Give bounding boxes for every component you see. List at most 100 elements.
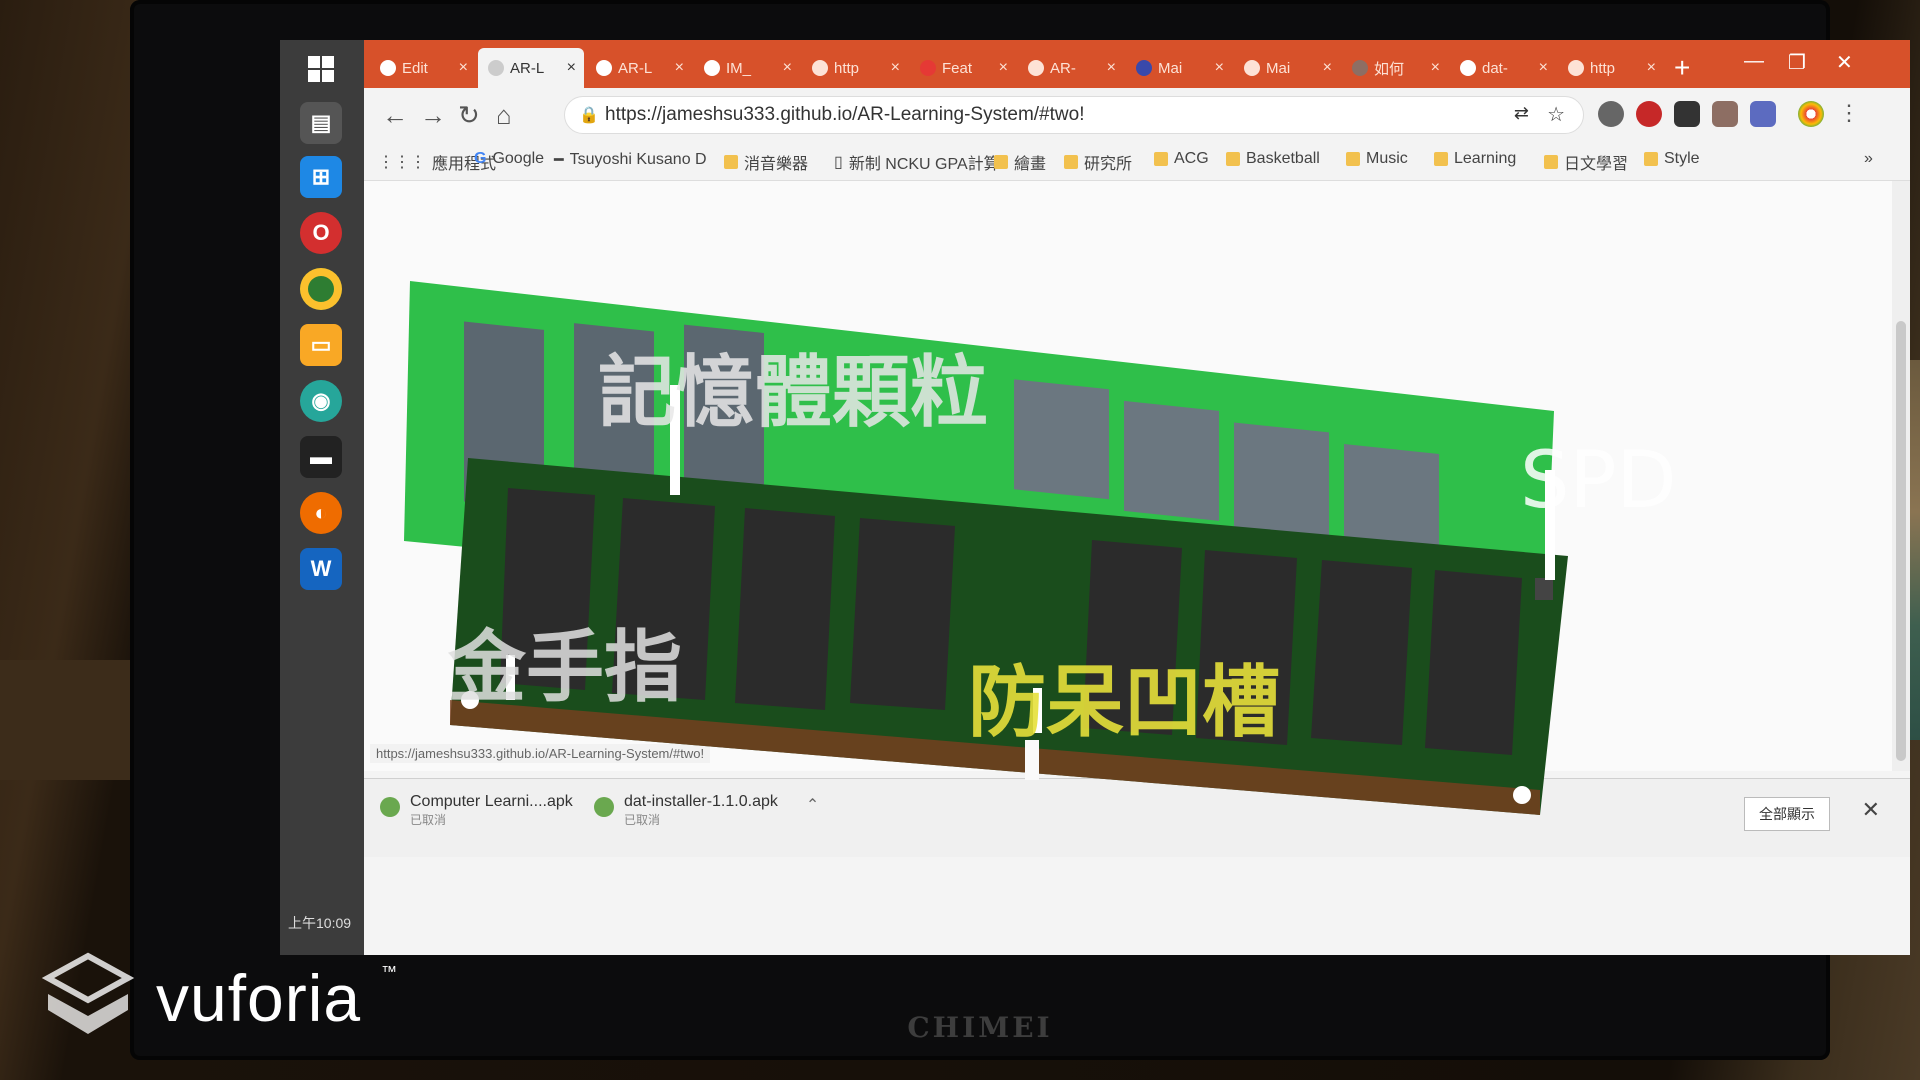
folder-icon <box>1434 152 1448 166</box>
chrome-icon[interactable] <box>300 268 342 310</box>
profile-avatar[interactable] <box>1798 101 1824 127</box>
bookmark-folder-learning[interactable]: Learning <box>1434 150 1516 168</box>
chevron-up-icon[interactable]: ⌃ <box>806 795 819 815</box>
apps-grid-icon: ⋮⋮⋮ <box>378 154 426 171</box>
tab-10[interactable]: dat- × <box>1450 48 1556 88</box>
store-icon[interactable]: ⊞ <box>300 156 342 198</box>
monitor-brand: CHIMEI <box>907 1011 1053 1044</box>
bookmark-folder-japanese[interactable]: 日文學習 <box>1544 150 1628 174</box>
close-icon[interactable]: × <box>999 59 1008 77</box>
tab-11[interactable]: http × <box>1558 48 1664 88</box>
adblock-icon[interactable] <box>1636 101 1662 127</box>
word-icon[interactable]: W <box>300 548 342 590</box>
scrollbar-thumb[interactable] <box>1896 321 1906 761</box>
bookmark-tsuyoshi[interactable]: ━ Tsuyoshi Kusano D <box>554 150 707 170</box>
folder-icon <box>1064 155 1078 169</box>
bookmark-folder-drawing[interactable]: 繪畫 <box>994 150 1046 174</box>
tab-0[interactable]: Edit × <box>370 48 476 88</box>
bookmark-ncku-gpa[interactable]: ▯ 新制 NCKU GPA計算 <box>834 150 1000 174</box>
apk-icon <box>380 797 400 817</box>
browser-toolbar: ← → ↻ ⌂ 🔒 https://jameshsu333.github.io/… <box>364 88 1910 140</box>
tab-label: Mai <box>1266 59 1291 77</box>
monitor: CHIMEI ▤ ⊞ O ▭ ◉ ▬ ◐ W 上午10:09 Edit × AR-… <box>130 0 1910 1060</box>
bookmarks-bar: ⋮⋮⋮ 應用程式 G Google ━ Tsuyoshi Kusano D 消音樂器 … <box>364 140 1910 181</box>
extension-notes-icon[interactable] <box>1712 101 1738 127</box>
close-icon[interactable]: × <box>783 59 792 77</box>
folder-icon <box>1544 155 1558 169</box>
close-icon[interactable]: × <box>1215 59 1224 77</box>
close-icon[interactable]: × <box>1107 59 1116 77</box>
opera-icon[interactable]: O <box>300 212 342 254</box>
bookmark-folder-basketball[interactable]: Basketball <box>1226 150 1320 168</box>
close-icon[interactable]: × <box>675 59 684 77</box>
tab-7[interactable]: Mai × <box>1126 48 1232 88</box>
tab-2[interactable]: AR-L × <box>586 48 692 88</box>
ram-target-chip <box>1124 400 1219 521</box>
translate-icon[interactable]: ⇄ <box>1514 103 1529 124</box>
feature-icon <box>920 60 936 76</box>
restore-button[interactable]: ❐ <box>1788 50 1806 75</box>
dash-icon: ━ <box>554 152 564 169</box>
bookmark-folder-instruments[interactable]: 消音樂器 <box>724 150 808 174</box>
file-explorer-icon[interactable]: ▭ <box>300 324 342 366</box>
tab-label: Feat <box>942 59 973 77</box>
bookmark-google[interactable]: G Google <box>474 150 544 168</box>
ram-target-chip <box>1014 379 1109 500</box>
taskbar: ▤ ⊞ O ▭ ◉ ▬ ◐ W 上午10:09 <box>280 40 364 955</box>
new-tab-button[interactable]: + <box>1674 52 1690 84</box>
page-icon <box>1244 60 1260 76</box>
tab-4[interactable]: http × <box>802 48 908 88</box>
taskbar-clock: 上午10:09 <box>288 915 352 931</box>
star-icon[interactable]: ☆ <box>1547 102 1565 127</box>
tab-3[interactable]: IM_ × <box>694 48 800 88</box>
more-bookmarks-button[interactable]: » <box>1864 150 1873 168</box>
close-icon[interactable]: × <box>567 59 576 77</box>
github-icon <box>596 60 612 76</box>
reload-button[interactable]: ↻ <box>458 100 480 131</box>
close-icon[interactable]: × <box>1323 59 1332 77</box>
howto-icon <box>1352 60 1368 76</box>
back-button[interactable]: ← <box>382 100 408 131</box>
tab-8[interactable]: Mai × <box>1234 48 1340 88</box>
screen: ▤ ⊞ O ▭ ◉ ▬ ◐ W 上午10:09 Edit × AR-L × AR-L… <box>280 40 1910 955</box>
bookmark-folder-style[interactable]: Style <box>1644 150 1700 168</box>
extension-game-icon[interactable] <box>1674 101 1700 127</box>
ram-target-image <box>404 281 1554 651</box>
close-icon[interactable]: × <box>1431 59 1440 77</box>
forward-button[interactable]: → <box>420 100 446 131</box>
minimize-button[interactable]: — <box>1744 50 1764 73</box>
downloads-bar: Computer Learni....apk已取消 ⌃ dat-installe… <box>364 778 1910 857</box>
bookmark-folder-music[interactable]: Music <box>1346 150 1408 168</box>
page-scrollbar[interactable] <box>1892 181 1910 771</box>
tab-5[interactable]: Feat × <box>910 48 1016 88</box>
close-icon[interactable]: × <box>1647 59 1656 77</box>
bookmark-folder-acg[interactable]: ACG <box>1154 150 1209 168</box>
close-icon[interactable]: × <box>891 59 900 77</box>
tab-1[interactable]: AR-L × <box>478 48 584 88</box>
close-icon[interactable]: × <box>459 59 468 77</box>
download-item[interactable]: Computer Learni....apk已取消 ⌃ <box>380 793 614 828</box>
tab-9[interactable]: 如何 × <box>1342 48 1448 88</box>
tab-label: AR-L <box>618 59 653 77</box>
close-icon[interactable]: × <box>1539 59 1548 77</box>
show-all-downloads-button[interactable]: 全部顯示 <box>1744 797 1830 831</box>
close-downloads-icon[interactable]: ✕ <box>1862 797 1880 823</box>
firefox-icon[interactable]: ◐ <box>300 492 342 534</box>
terminal-icon[interactable]: ▬ <box>300 436 342 478</box>
tab-6[interactable]: AR- × <box>1018 48 1124 88</box>
home-button[interactable]: ⌂ <box>496 100 512 131</box>
bookmark-folder-grad[interactable]: 研究所 <box>1064 150 1132 174</box>
extension-info-icon[interactable] <box>1598 101 1624 127</box>
ram-target-chip <box>574 323 654 512</box>
page-icon: ▯ <box>834 154 843 171</box>
menu-icon[interactable]: ⋮ <box>1838 100 1860 126</box>
globe-icon[interactable]: ◉ <box>300 380 342 422</box>
close-window-button[interactable]: ✕ <box>1836 50 1853 75</box>
address-bar[interactable]: 🔒 https://jameshsu333.github.io/AR-Learn… <box>564 96 1584 134</box>
download-item[interactable]: dat-installer-1.1.0.apk 已取消 ⌃ <box>594 793 819 828</box>
extension-save-icon[interactable] <box>1750 101 1776 127</box>
task-view-icon[interactable]: ▤ <box>300 102 342 144</box>
windows-start-icon[interactable] <box>300 48 342 90</box>
ram-target-chip <box>684 324 764 514</box>
lock-icon: 🔒 <box>579 107 599 124</box>
